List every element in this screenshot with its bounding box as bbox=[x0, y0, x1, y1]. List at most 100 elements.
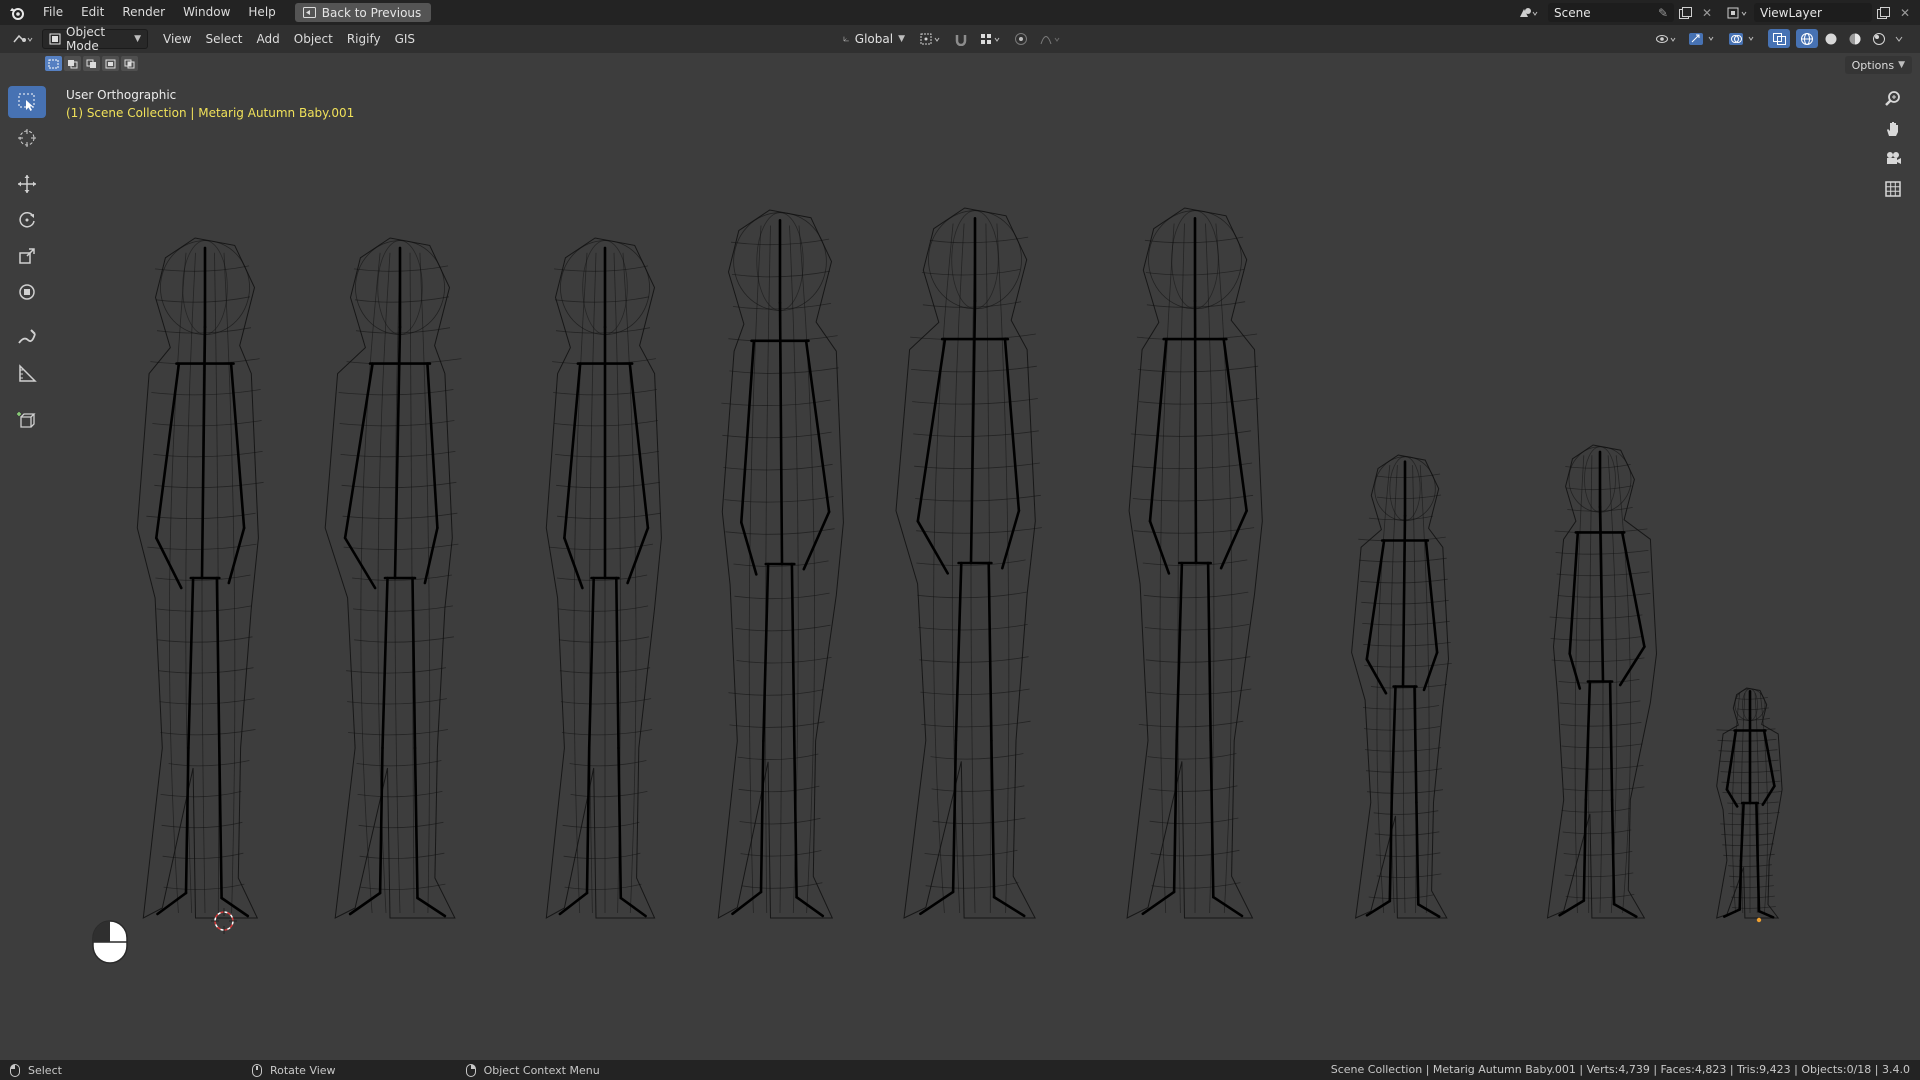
visibility-icon[interactable] bbox=[1652, 29, 1682, 48]
mesh-ring bbox=[1561, 808, 1631, 813]
xray-toggle-icon[interactable] bbox=[1768, 29, 1790, 48]
header-menu-gis[interactable]: GIS bbox=[388, 32, 422, 46]
new-view-layer-icon[interactable] bbox=[1872, 3, 1894, 22]
select-invert-icon[interactable] bbox=[102, 56, 119, 71]
menu-file[interactable]: File bbox=[34, 0, 72, 25]
top-right-controls: Scene ✎ ✕ ViewLayer ✕ bbox=[1512, 0, 1920, 25]
grid-icon[interactable] bbox=[1880, 177, 1906, 201]
select-box-icon[interactable] bbox=[8, 86, 46, 118]
snap-target-icon[interactable] bbox=[976, 30, 1006, 49]
mesh-ring bbox=[555, 327, 651, 334]
character-wireframe[interactable] bbox=[1126, 207, 1263, 919]
object-mode-icon bbox=[49, 33, 61, 45]
snap-toggle-icon[interactable] bbox=[950, 30, 972, 49]
armature-bone bbox=[1612, 902, 1638, 918]
overlays-icon[interactable] bbox=[1724, 29, 1762, 48]
delete-view-layer-icon[interactable]: ✕ bbox=[1894, 3, 1916, 22]
falloff-curve-icon[interactable] bbox=[1036, 30, 1066, 49]
mesh-ring bbox=[1565, 464, 1631, 469]
armature-bone bbox=[416, 896, 447, 918]
select-intersect-icon[interactable] bbox=[121, 56, 138, 71]
armature-bone bbox=[1620, 531, 1646, 649]
gizmo-icon[interactable] bbox=[1684, 29, 1722, 48]
character-wireframe[interactable] bbox=[717, 209, 844, 919]
wireframe-shading-icon[interactable] bbox=[1796, 29, 1818, 48]
back-to-previous-button[interactable]: Back to Previous bbox=[294, 3, 432, 22]
character-wireframe[interactable] bbox=[1546, 444, 1658, 919]
mode-dropdown[interactable]: Object Mode ▼ bbox=[42, 25, 148, 53]
3d-cursor-icon[interactable] bbox=[211, 908, 237, 934]
orientation-dropdown[interactable]: Global ▼ bbox=[836, 29, 912, 49]
add-cube-icon[interactable] bbox=[8, 404, 46, 436]
status-select: Select bbox=[10, 1063, 62, 1077]
character-wireframe[interactable] bbox=[1716, 687, 1783, 919]
scene-name-field[interactable]: Scene ✎ bbox=[1548, 3, 1674, 22]
character-wireframe[interactable] bbox=[136, 237, 264, 919]
measure-icon[interactable] bbox=[8, 358, 46, 390]
mesh-ring bbox=[157, 636, 253, 643]
pivot-point-icon[interactable] bbox=[916, 30, 946, 49]
view-layer-selector-icon[interactable] bbox=[1722, 3, 1752, 22]
proportional-editing-icon[interactable] bbox=[1010, 30, 1032, 49]
character-wireframe[interactable] bbox=[895, 207, 1042, 919]
view-layer-field[interactable]: ViewLayer bbox=[1754, 3, 1872, 22]
armature-bone bbox=[626, 526, 650, 585]
select-new-icon[interactable] bbox=[45, 56, 62, 71]
collection-info-label: (1) Scene Collection | Metarig Autumn Ba… bbox=[66, 106, 355, 120]
armature-bone bbox=[919, 890, 955, 916]
character-wireframe[interactable] bbox=[1351, 454, 1452, 919]
header-menu-object[interactable]: Object bbox=[287, 32, 340, 46]
armature-bone bbox=[220, 896, 250, 918]
mesh-ring bbox=[732, 303, 832, 310]
armature-bone bbox=[423, 526, 439, 585]
status-rotate: Rotate View bbox=[251, 1063, 336, 1077]
scene-selector-icon[interactable] bbox=[1512, 3, 1544, 22]
pin-icon[interactable]: ✎ bbox=[1658, 6, 1668, 20]
shading-options-chevron-icon[interactable] bbox=[1892, 29, 1906, 48]
delete-scene-icon[interactable]: ✕ bbox=[1696, 3, 1718, 22]
pan-hand-icon[interactable] bbox=[1880, 117, 1906, 141]
header-menu-view[interactable]: View bbox=[156, 32, 198, 46]
select-subtract-icon[interactable] bbox=[83, 56, 100, 71]
mesh-ring bbox=[729, 367, 839, 374]
menu-edit[interactable]: Edit bbox=[72, 0, 113, 25]
annotate-icon[interactable] bbox=[8, 322, 46, 354]
move-icon[interactable] bbox=[8, 168, 46, 200]
armature-bone bbox=[954, 561, 963, 742]
mesh-ring bbox=[355, 327, 451, 334]
select-extend-icon[interactable] bbox=[64, 56, 81, 71]
mesh-ring bbox=[343, 543, 459, 550]
chevron-down-icon: ▼ bbox=[134, 34, 141, 44]
menu-render[interactable]: Render bbox=[113, 0, 174, 25]
zoom-icon[interactable] bbox=[1880, 87, 1906, 111]
rendered-shading-icon[interactable] bbox=[1868, 29, 1890, 48]
menu-window[interactable]: Window bbox=[174, 0, 239, 25]
armature-bone bbox=[1000, 509, 1021, 570]
transform-icon[interactable] bbox=[8, 276, 46, 308]
3d-viewport[interactable]: Options ▼ User Orthographic (1) Scene Co… bbox=[0, 53, 1920, 1060]
camera-icon[interactable] bbox=[1880, 147, 1906, 171]
editor-type-icon[interactable] bbox=[6, 30, 40, 49]
header-menu-select[interactable]: Select bbox=[198, 32, 249, 46]
material-shading-icon[interactable] bbox=[1844, 29, 1866, 48]
character-wireframe[interactable] bbox=[324, 237, 462, 919]
options-dropdown[interactable]: Options ▼ bbox=[1844, 56, 1912, 74]
mesh-ring bbox=[1144, 624, 1250, 631]
header-menu-add[interactable]: Add bbox=[250, 32, 287, 46]
mesh-ring bbox=[914, 462, 1040, 470]
blender-logo-icon[interactable] bbox=[0, 0, 34, 25]
character-wireframe[interactable] bbox=[545, 237, 662, 919]
header-menu-rigify[interactable]: Rigify bbox=[340, 32, 388, 46]
cursor-icon[interactable] bbox=[8, 122, 46, 154]
armature-bone bbox=[1417, 903, 1441, 918]
menu-help[interactable]: Help bbox=[239, 0, 284, 25]
mesh-ring bbox=[921, 269, 1021, 276]
solid-shading-icon[interactable] bbox=[1820, 29, 1842, 48]
status-rotate-label: Rotate View bbox=[269, 1063, 336, 1077]
new-scene-icon[interactable] bbox=[1674, 3, 1696, 22]
armature-bone bbox=[1212, 895, 1244, 918]
mouse-left-icon bbox=[10, 1063, 20, 1077]
mesh-ring bbox=[724, 496, 834, 503]
scale-icon[interactable] bbox=[8, 240, 46, 272]
rotate-icon[interactable] bbox=[8, 204, 46, 236]
